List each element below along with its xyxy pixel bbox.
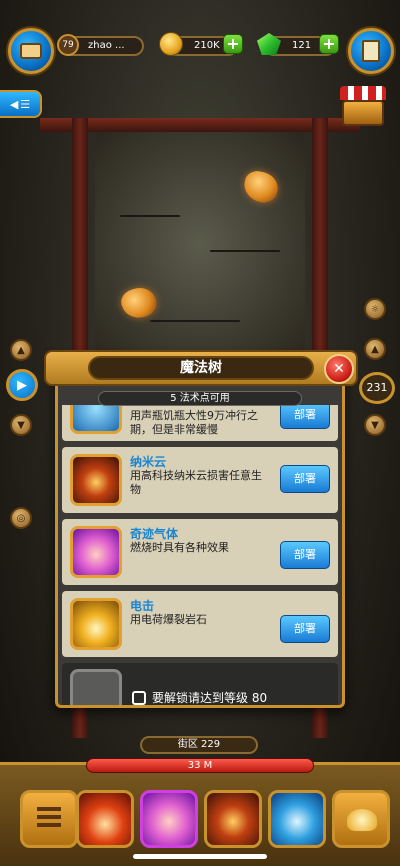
deploy-button[interactable]: 部署: [280, 541, 330, 569]
player-level-badge: 79: [57, 34, 79, 56]
inventory-button[interactable]: [8, 28, 54, 74]
close-button[interactable]: ✕: [324, 354, 354, 384]
spell-points-bar: 5 法术点可用: [98, 391, 302, 406]
treasure-chest-icon: [342, 100, 384, 126]
triangle-up-icon: ▲: [17, 344, 25, 356]
coin-count: 210K: [194, 40, 220, 51]
skill-slot-fire[interactable]: [76, 790, 134, 848]
skill-slot-ice[interactable]: [268, 790, 326, 848]
skill-name: 纳米云: [130, 455, 167, 469]
play-icon: ▶: [17, 377, 27, 393]
shop-button[interactable]: [340, 86, 386, 126]
skill-name: 电击: [130, 599, 155, 613]
cloud-skill-icon: [70, 405, 122, 434]
miracle-gas-icon: [70, 526, 122, 578]
locked-skill-icon: [70, 669, 122, 705]
skill-description: 用声瓶饥瓶大性9万冲行之期，但是非常缓慢: [130, 409, 258, 436]
skill-slot-miracle-gas[interactable]: [140, 790, 198, 848]
skill-description: 燃烧时具有各种效果: [130, 541, 229, 554]
briefcase-icon: [20, 43, 42, 59]
quest-button[interactable]: [348, 28, 394, 74]
district-label: 街区 229: [140, 736, 258, 754]
scroll-down-left-button[interactable]: ▼: [10, 414, 32, 436]
menu-slot-button[interactable]: [20, 790, 78, 848]
skill-card: 奇迹气体 燃烧时具有各种效果 部署: [62, 519, 338, 585]
list-icon: ☰: [20, 97, 31, 111]
lightning-icon: [70, 598, 122, 650]
unlock-requirement: 要解锁请达到等级 80: [132, 689, 267, 705]
player-name: zhao ...: [88, 40, 125, 51]
skill-card: 电击 用电荷爆裂岩石 部署: [62, 591, 338, 657]
gem-count: 121: [292, 40, 312, 51]
cave-wall: [95, 130, 305, 360]
skill-description: 用高科技纳米云损害任意生物: [130, 469, 262, 496]
coin-icon: [159, 32, 183, 56]
nano-cloud-icon: [70, 454, 122, 506]
scroll-up-right-button[interactable]: ▲: [364, 338, 386, 360]
lock-icon: [132, 690, 146, 705]
scroll-up-left-button[interactable]: ▲: [10, 339, 32, 361]
add-gems-button[interactable]: +: [319, 34, 339, 54]
menu-back-button[interactable]: ◀ ☰: [0, 90, 42, 118]
deploy-button[interactable]: 部署: [280, 615, 330, 643]
rock-crack: [150, 320, 240, 322]
depth-progress-bar: 33 M: [86, 758, 314, 773]
gold-pile-icon: [347, 809, 377, 831]
rock-crack: [120, 215, 180, 217]
target-icon: ◎: [16, 512, 26, 524]
settings-right-button[interactable]: ☼: [364, 298, 386, 320]
triangle-down-icon: ▼: [17, 419, 25, 431]
skill-card: 纳米云 用高科技纳米云损害任意生物 部署: [62, 447, 338, 513]
unlock-text: 要解锁请达到等级 80: [152, 691, 268, 705]
clipboard-icon: [362, 40, 380, 62]
skill-slot-nano-cloud[interactable]: [204, 790, 262, 848]
rock-crack: [210, 250, 280, 252]
sun-icon: ☼: [370, 303, 380, 315]
deploy-button[interactable]: 部署: [280, 405, 330, 429]
skill-description: 用电荷爆裂岩石: [130, 613, 207, 626]
add-coins-button[interactable]: +: [223, 34, 243, 54]
skill-name: 奇迹气体: [130, 527, 179, 541]
skill-card: 用声瓶饥瓶大性9万冲行之期，但是非常缓慢 部署: [62, 405, 338, 441]
scroll-down-right-button[interactable]: ▼: [364, 414, 386, 436]
list-icon: [37, 807, 61, 831]
triangle-down-icon: ▼: [371, 419, 379, 431]
skill-list[interactable]: 用声瓶饥瓶大性9万冲行之期，但是非常缓慢 部署 纳米云 用高科技纳米云损害任意生…: [60, 405, 340, 705]
depth-counter-badge: 231: [359, 372, 395, 404]
treasure-slot-button[interactable]: [332, 790, 390, 848]
panel-title: 魔法树: [88, 356, 314, 380]
locked-skill-card: 要解锁请达到等级 80: [62, 663, 338, 705]
shop-awning-icon: [340, 86, 386, 100]
target-left-button[interactable]: ◎: [10, 507, 32, 529]
play-button[interactable]: ▶: [6, 369, 38, 401]
deploy-button[interactable]: 部署: [280, 465, 330, 493]
triangle-up-icon: ▲: [371, 343, 379, 355]
arrow-left-icon: ◀: [9, 97, 19, 111]
home-indicator: [133, 854, 267, 859]
